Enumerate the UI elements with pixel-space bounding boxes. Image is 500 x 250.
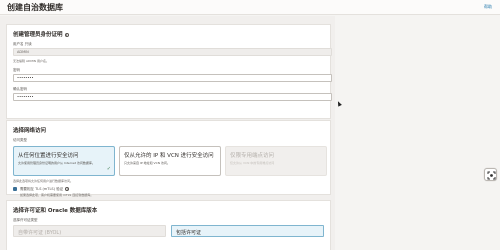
top-bar: 创建自治数据库 帮助 — [0, 0, 500, 15]
mtls-hint: 如果选择此项，客户机需要使用 mTLS 连接到数据库。 — [20, 193, 94, 197]
network-section-title: 选择网络访问 — [13, 128, 47, 134]
license-option-byol: 自带许可证 (BYOL) — [13, 225, 166, 237]
mtls-label-text: 需要相互 TLS (mTLS) 验证 — [20, 187, 64, 191]
access-option-allowed-ips[interactable]: 仅从允许的 IP 和 VCN 进行安全访问 只允许来自 IP 地址和 VCN 访… — [119, 146, 221, 176]
help-link[interactable]: 帮助 — [484, 4, 492, 10]
network-access-section: 选择网络访问 访问类型 从任何位置进行安全访问 允许使用管理员身份证明的用户从 … — [6, 120, 331, 197]
mtls-checkbox[interactable] — [13, 187, 17, 191]
access-option-desc: 仅允许从 VCN 中的专用端点访问 — [230, 161, 275, 165]
access-option-anywhere[interactable]: 从任何位置进行安全访问 允许使用管理员身份证明的用户从 Internet 访问数… — [13, 146, 115, 176]
page-title: 创建自治数据库 — [7, 3, 63, 12]
focus-frame-icon — [487, 171, 496, 180]
license-section: 选择许可证和 Oracle 数据库版本 选择许可证类型 自带许可证 (BYOL)… — [6, 200, 331, 250]
access-type-label: 访问类型 — [13, 138, 27, 142]
access-option-title: 从任何位置进行安全访问 — [18, 153, 79, 159]
access-option-desc: 允许使用管理员身份证明的用户从 Internet 访问数据库。 — [18, 161, 95, 165]
license-option-label: 包括许可证 — [176, 230, 202, 236]
focus-frame-button[interactable] — [484, 168, 497, 181]
access-option-desc: 只允许来自 IP 地址和 VCN 访问。 — [124, 161, 170, 165]
confirm-password-label: 确认密码 — [13, 87, 27, 91]
mouse-cursor — [336, 100, 342, 107]
license-section-title: 选择许可证和 Oracle 数据库版本 — [13, 208, 98, 214]
check-icon: ✓ — [106, 166, 111, 172]
password-field[interactable]: •••••••• — [13, 74, 332, 82]
admin-credentials-section: 创建管理员身份证明 i 用户名 只读 ADMIN 无法编辑 ADMIN 用户名。 … — [6, 24, 332, 119]
username-field: ADMIN — [13, 48, 332, 56]
license-option-label: 自带许可证 (BYOL) — [18, 230, 62, 236]
main-panel: 创建管理员身份证明 i 用户名 只读 ADMIN 无法编辑 ADMIN 用户名。 … — [0, 16, 335, 250]
license-type-label: 选择许可证类型 — [13, 218, 38, 222]
access-option-title: 仅限专用端点访问 — [230, 153, 275, 159]
mtls-label: 需要相互 TLS (mTLS) 验证 i — [20, 187, 70, 192]
access-option-title: 仅从允许的 IP 和 VCN 进行安全访问 — [124, 153, 214, 159]
password-label: 密码 — [13, 68, 20, 72]
admin-section-title-text: 创建管理员身份证明 — [13, 32, 63, 38]
access-options-hint: 选择此选项将允许任何用户进行数据库访问。 — [13, 179, 74, 183]
username-label: 用户名 只读 — [13, 42, 32, 46]
confirm-password-field[interactable]: •••••••• — [13, 93, 332, 101]
info-icon[interactable]: i — [64, 32, 69, 37]
access-option-private-endpoint: 仅限专用端点访问 仅允许从 VCN 中的专用端点访问 — [225, 146, 327, 176]
username-hint: 无法编辑 ADMIN 用户名。 — [13, 59, 49, 63]
license-option-included[interactable]: 包括许可证 — [171, 225, 324, 237]
info-icon[interactable]: i — [65, 187, 70, 191]
admin-section-title: 创建管理员身份证明 i — [13, 30, 69, 38]
